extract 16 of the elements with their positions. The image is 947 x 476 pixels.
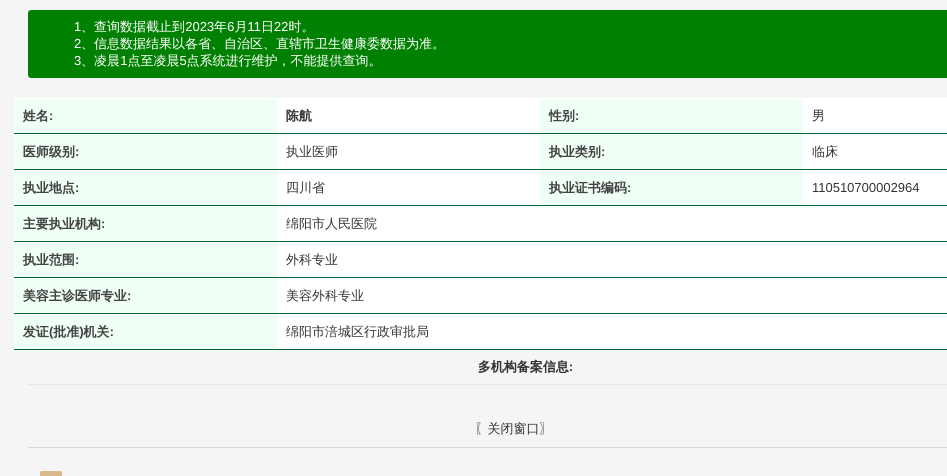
thumbnail [40,471,62,476]
field-label: 执业类别: [540,134,803,169]
field-label: 发证(批准)机关: [14,314,277,349]
notice-text: 3、凌晨1点至凌晨5点系统进行维护，不能提供查询。 [74,52,382,69]
section-heading: 多机构备案信息: [478,358,574,376]
field-label: 美容主诊医师专业: [14,278,277,313]
notice-text: 2、信息数据结果以各省、自治区、直辖市卫生健康委数据为准。 [74,35,446,52]
field-label: 主要执业机构: [14,206,277,241]
field-label: 执业地点: [14,170,277,205]
field-label: 医师级别: [14,134,277,169]
field-label: 执业证书编码: [540,170,803,205]
notice-text: 1、查询数据截止到2023年6月11日22时。 [74,18,314,35]
field-label: 姓名: [14,99,277,133]
field-label: 性别: [540,99,803,133]
close-window-link[interactable]: 〖关闭窗口〗 [474,418,552,438]
field-label: 执业范围: [14,242,277,277]
